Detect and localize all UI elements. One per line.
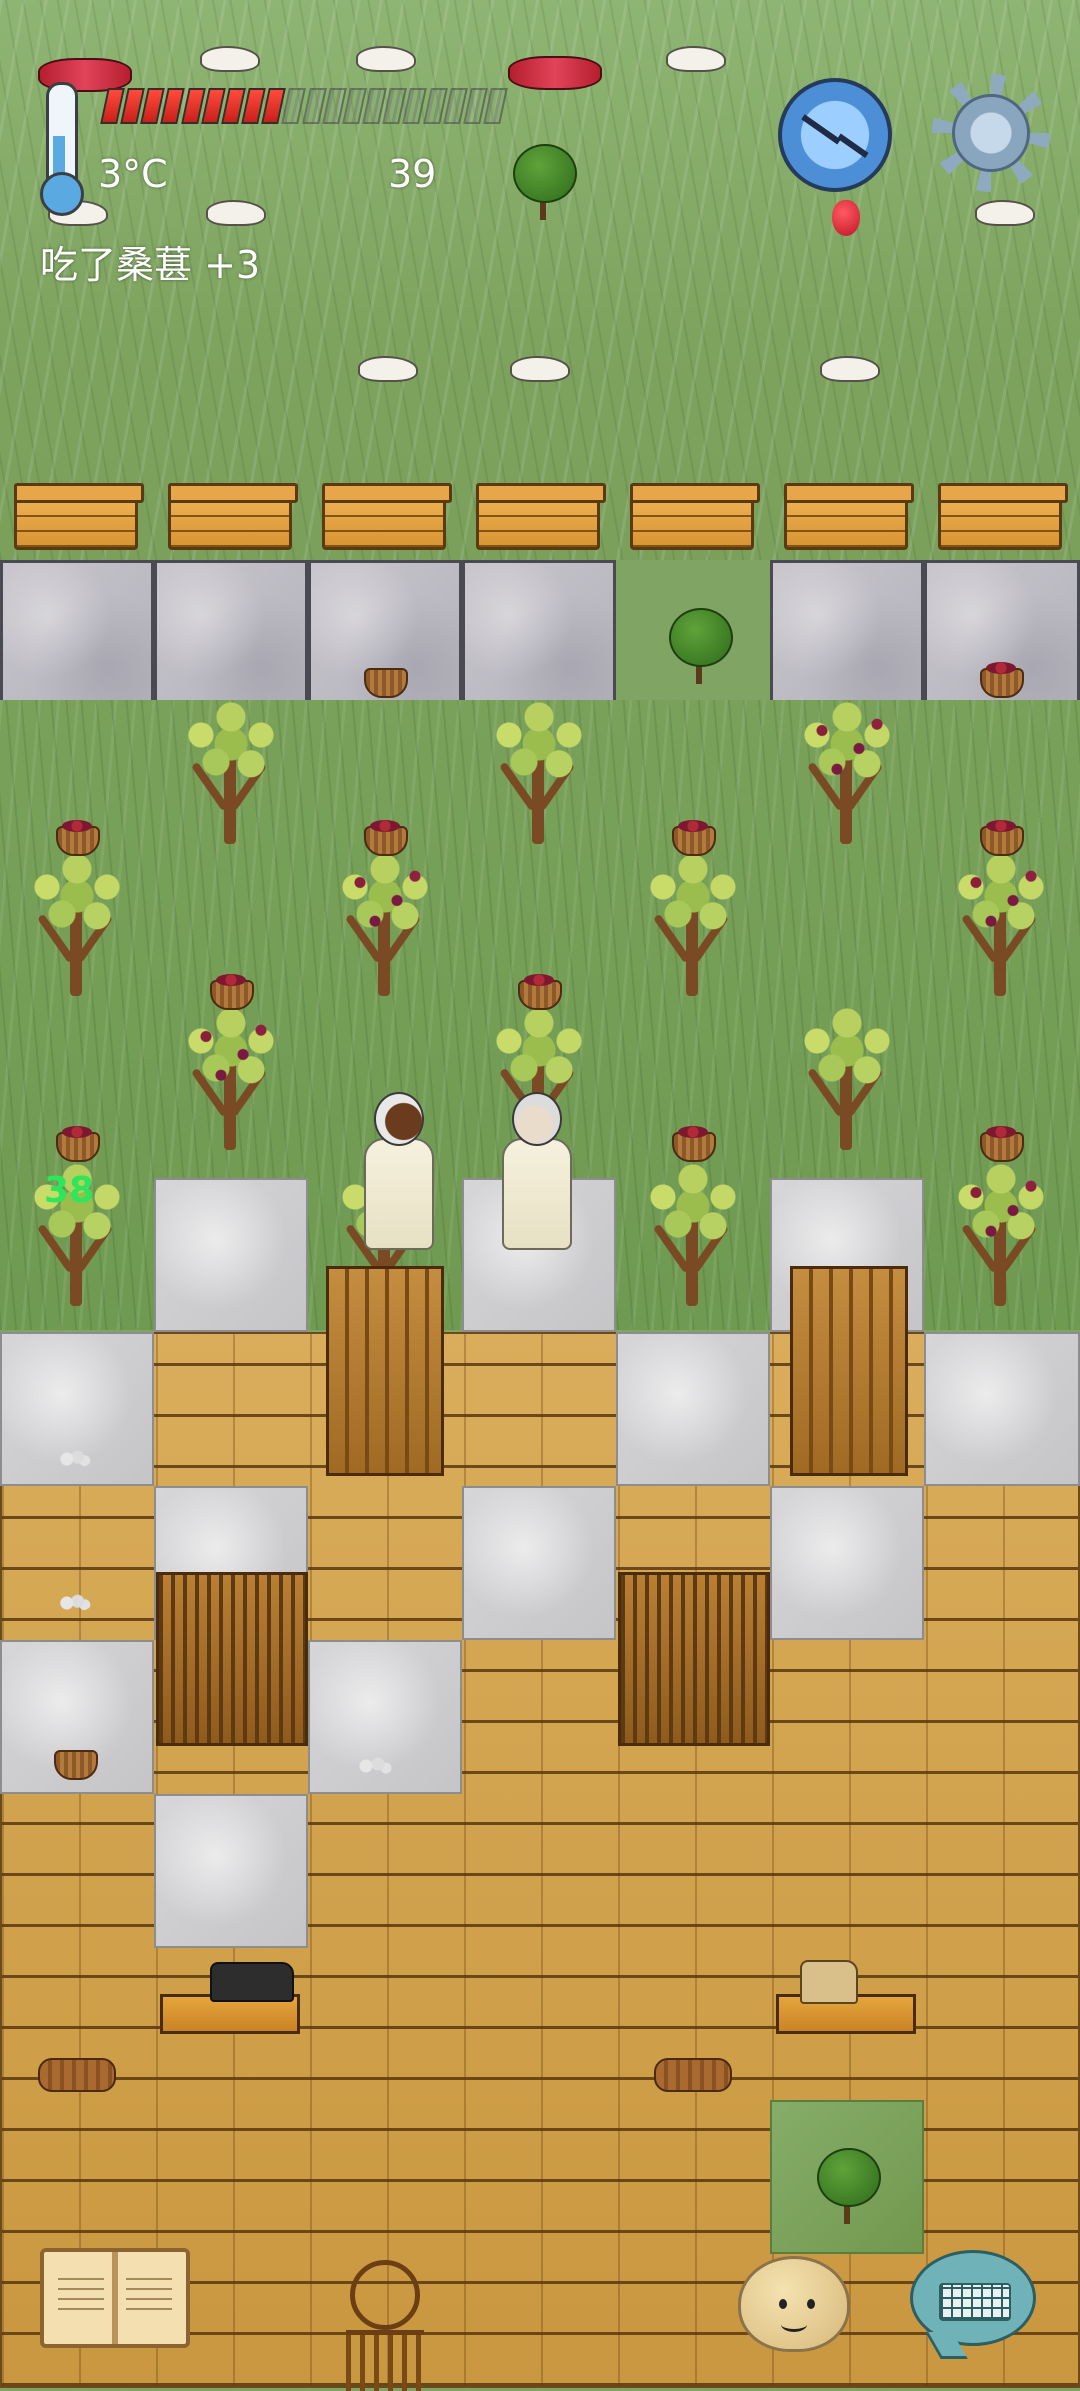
loom[interactable]	[618, 1572, 770, 1746]
temperature-readout: 3°C	[98, 152, 168, 196]
log[interactable]	[38, 2058, 116, 2092]
basket-of-berries[interactable]	[980, 820, 1024, 856]
mulberry-tree[interactable]	[638, 836, 748, 1006]
rabbit[interactable]	[356, 46, 416, 72]
round-stones[interactable]	[56, 1450, 92, 1468]
stone-floor[interactable]	[0, 560, 154, 714]
mulberry-tree-with-berries[interactable]	[176, 990, 286, 1160]
mulberry-tree[interactable]	[22, 836, 132, 1006]
round-stones[interactable]	[56, 1594, 92, 1612]
wool-pile[interactable]	[354, 1756, 394, 1776]
wooden-chair[interactable]	[326, 1266, 444, 1476]
basket[interactable]	[364, 668, 408, 698]
gear-icon[interactable]	[932, 74, 1050, 192]
mulberry-tree[interactable]	[792, 990, 902, 1160]
basket-of-berries[interactable]	[518, 974, 562, 1010]
emote-face-icon[interactable]	[738, 2256, 850, 2352]
rabbit[interactable]	[200, 46, 260, 72]
plaster-floor[interactable]	[616, 1332, 770, 1486]
basket-of-berries[interactable]	[672, 1126, 716, 1162]
basket-of-berries[interactable]	[364, 820, 408, 856]
basket-of-berries[interactable]	[56, 820, 100, 856]
home-marker-icon	[832, 200, 860, 236]
wooden-chair[interactable]	[790, 1266, 908, 1476]
plaster-floor[interactable]	[770, 1486, 924, 1640]
mulberry-tree[interactable]	[484, 684, 594, 854]
compass-icon[interactable]	[778, 78, 892, 192]
storage-box[interactable]	[14, 483, 144, 550]
rabbit[interactable]	[820, 356, 880, 382]
mulberry-tree-with-berries[interactable]	[330, 836, 440, 1006]
mulberry-tree-with-berries[interactable]	[946, 836, 1056, 1006]
spinning-wheel[interactable]	[340, 2260, 430, 2391]
gooseberry-bush[interactable]	[508, 144, 578, 224]
storage-box[interactable]	[476, 483, 606, 550]
status-message: 吃了桑葚 +3	[40, 243, 261, 287]
rabbit[interactable]	[666, 46, 726, 72]
basket-of-berries[interactable]	[56, 1126, 100, 1162]
plaster-floor[interactable]	[154, 1794, 308, 1948]
player-age-label: 38	[44, 1170, 95, 1211]
spindle[interactable]	[800, 1960, 858, 2004]
dead-animal[interactable]	[508, 56, 602, 90]
plaster-floor[interactable]	[462, 1486, 616, 1640]
gooseberry-bush[interactable]	[664, 608, 734, 688]
log[interactable]	[654, 2058, 732, 2092]
mulberry-tree[interactable]	[176, 684, 286, 854]
elder-character[interactable]	[356, 1092, 436, 1252]
book-icon[interactable]	[40, 2248, 190, 2348]
basket[interactable]	[54, 1750, 98, 1780]
storage-box[interactable]	[630, 483, 760, 550]
food-count: 39	[388, 152, 437, 196]
keyboard-icon[interactable]	[910, 2250, 1036, 2346]
plaster-floor[interactable]	[924, 1332, 1080, 1486]
storage-box[interactable]	[938, 483, 1068, 550]
mulberry-tree-with-berries[interactable]	[946, 1146, 1056, 1316]
basket-of-berries[interactable]	[980, 1126, 1024, 1162]
mulberry-tree[interactable]	[638, 1146, 748, 1316]
sewing-machine[interactable]	[210, 1962, 294, 2002]
rabbit[interactable]	[206, 200, 266, 226]
rabbit[interactable]	[975, 200, 1035, 226]
player-character[interactable]	[494, 1092, 574, 1252]
food-meter	[100, 88, 508, 126]
storage-box[interactable]	[322, 483, 452, 550]
rabbit[interactable]	[358, 356, 418, 382]
basket-of-berries[interactable]	[210, 974, 254, 1010]
thermometer-icon	[38, 82, 84, 216]
basket-of-berries[interactable]	[980, 662, 1024, 698]
plaster-floor[interactable]	[154, 1178, 308, 1332]
mulberry-tree-with-berries[interactable]	[792, 684, 902, 854]
gooseberry-bush[interactable]	[812, 2148, 882, 2228]
storage-box[interactable]	[168, 483, 298, 550]
rabbit[interactable]	[510, 356, 570, 382]
storage-box[interactable]	[784, 483, 914, 550]
game-world[interactable]: 38	[0, 0, 1080, 2391]
loom[interactable]	[156, 1572, 308, 1746]
basket-of-berries[interactable]	[672, 820, 716, 856]
